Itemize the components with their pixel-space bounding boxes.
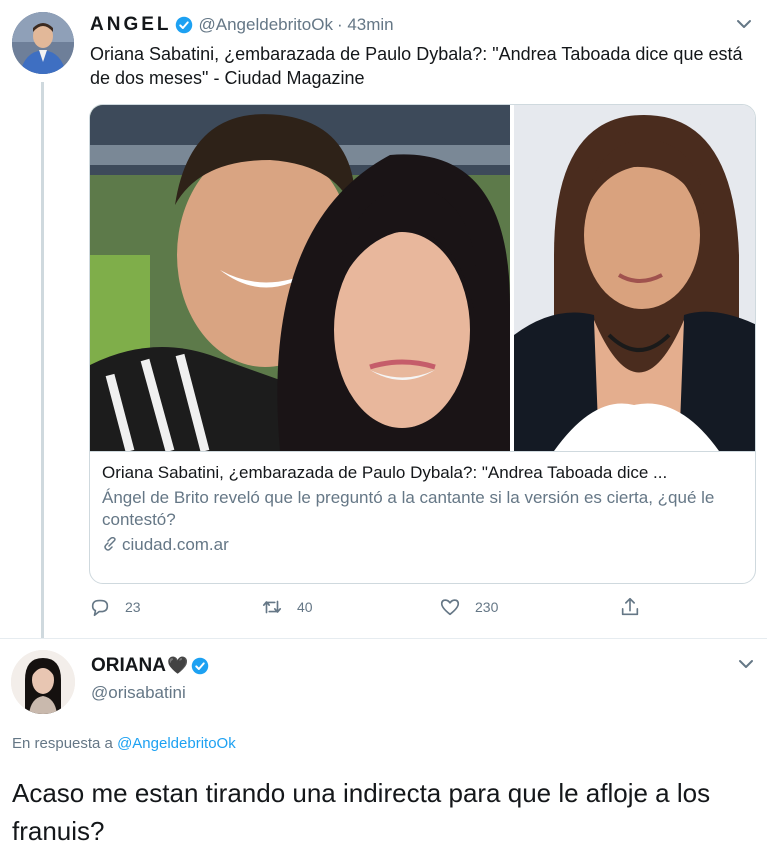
card-photo-woman: [514, 105, 755, 451]
link-card[interactable]: Oriana Sabatini, ¿embarazada de Paulo Dy…: [89, 104, 756, 584]
retweet-button[interactable]: 40: [261, 596, 313, 618]
card-description: Ángel de Brito reveló que le preguntó a …: [102, 488, 715, 529]
card-domain-row: ciudad.com.ar: [102, 534, 743, 556]
in-reply-to-handle-link[interactable]: @AngeldebritoOk: [117, 735, 236, 752]
tweet-header: ANGEL @AngeldebritoOk · 43min: [90, 14, 394, 36]
heart-icon: [440, 599, 460, 616]
in-reply-to-label: En respuesta a: [12, 735, 113, 752]
card-domain: ciudad.com.ar: [122, 535, 229, 554]
avatar[interactable]: [12, 12, 74, 74]
author-handle[interactable]: @AngeldebritoOk: [199, 15, 333, 35]
tweet-actions: 23 40 230: [89, 596, 649, 626]
like-count: 230: [475, 599, 499, 615]
card-title: Oriana Sabatini, ¿embarazada de Paulo Dy…: [102, 463, 668, 482]
tweet-text: Oriana Sabatini, ¿embarazada de Paulo Dy…: [90, 44, 743, 88]
verified-badge-icon: [175, 16, 192, 34]
card-image[interactable]: [90, 105, 755, 451]
tweet[interactable]: ANGEL @AngeldebritoOk · 43min Oriana Sab…: [0, 0, 767, 638]
reply-avatar[interactable]: [11, 650, 75, 714]
thread-connector-line: [41, 82, 44, 638]
share-button[interactable]: [619, 596, 655, 618]
reply-author-name[interactable]: ORIANA: [91, 655, 166, 677]
card-text-area[interactable]: Oriana Sabatini, ¿embarazada de Paulo Dy…: [90, 451, 755, 556]
retweet-count: 40: [297, 599, 313, 615]
chevron-down-icon[interactable]: [735, 18, 753, 30]
verified-badge-icon: [191, 657, 209, 675]
reply-count: 23: [125, 599, 141, 615]
like-button[interactable]: 230: [439, 596, 498, 618]
share-icon: [621, 597, 639, 616]
reply-author-name-row: ORIANA 🖤: [91, 655, 209, 677]
speech-bubble-icon: [91, 599, 109, 617]
reply-button[interactable]: 23: [89, 596, 141, 618]
black-heart-emoji: 🖤: [166, 656, 189, 675]
tweet-separator: [0, 638, 767, 639]
card-photo-couple: [90, 105, 510, 451]
retweet-icon: [262, 600, 282, 614]
link-icon: [104, 537, 116, 551]
reply-text: Acaso me estan tirando una indirecta par…: [12, 778, 711, 846]
chevron-down-icon[interactable]: [737, 658, 755, 670]
tweet-timestamp[interactable]: · 43min: [337, 15, 394, 35]
author-name[interactable]: ANGEL: [90, 14, 172, 36]
in-reply-to: En respuesta a @AngeldebritoOk: [12, 735, 236, 752]
reply-author-handle[interactable]: @orisabatini: [91, 683, 186, 703]
